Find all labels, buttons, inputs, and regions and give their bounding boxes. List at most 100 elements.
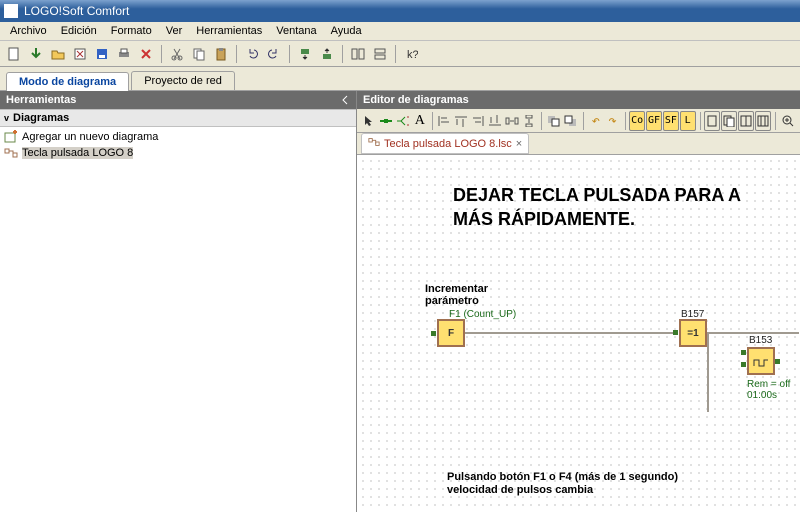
split-icon[interactable] [395,111,411,131]
badge-l[interactable]: L [680,111,696,131]
wire [707,332,799,334]
label-incrementar-2: parámetro [425,295,479,307]
diagram-icon [4,146,18,160]
wire [465,332,675,334]
menu-bar: Archivo Edición Formato Ver Herramientas… [0,22,800,41]
canvas-title-1: DEJAR TECLA PULSADA PARA A [453,185,741,206]
transfer-down-icon[interactable] [295,44,315,64]
tab-modo-diagrama[interactable]: Modo de diagrama [6,72,129,91]
tools-panel-header: Herramientas [0,91,356,109]
block-b153[interactable] [747,347,775,375]
canvas-note-2: velocidad de pulsos cambia [447,484,593,496]
pin [741,350,746,355]
zoom-in-icon[interactable] [780,111,796,131]
dist-h-icon[interactable] [504,111,520,131]
label-b153: B153 [749,335,772,346]
page-2col-icon[interactable] [738,111,754,131]
cut-icon[interactable] [167,44,187,64]
collapse-left-icon[interactable] [340,95,350,105]
layout2-icon[interactable] [370,44,390,64]
svg-text:k?: k? [407,49,418,61]
connector-icon[interactable] [378,111,394,131]
open-icon[interactable] [48,44,68,64]
menu-ayuda[interactable]: Ayuda [325,24,368,38]
label-b153-rem2: 01:00s [747,390,777,401]
tree-add-new-diagram[interactable]: Agregar un nuevo diagrama [4,129,352,145]
transfer-up-icon[interactable] [317,44,337,64]
label-b153-rem1: Rem = off [747,379,790,390]
tree-item-label: Tecla pulsada LOGO 8 [22,147,133,159]
delete-icon[interactable] [136,44,156,64]
editor-panel: Editor de diagramas A ↶ ↷ Co GF SF L [357,91,800,512]
print-icon[interactable] [114,44,134,64]
menu-herramientas[interactable]: Herramientas [190,24,268,38]
diagram-file-icon [368,136,380,151]
dist-v-icon[interactable] [521,111,537,131]
tree-item-label: Agregar un nuevo diagrama [22,131,158,143]
pin [775,359,780,364]
mode-tabs: Modo de diagrama Proyecto de red [0,67,800,91]
ed-undo-icon[interactable]: ↶ [588,111,604,131]
align-top-icon[interactable] [453,111,469,131]
editor-toolbar: A ↶ ↷ Co GF SF L [357,109,800,133]
menu-formato[interactable]: Formato [105,24,158,38]
main-toolbar: k? [0,41,800,67]
help-icon[interactable]: k? [401,44,421,64]
bring-front-icon[interactable] [546,111,562,131]
badge-sf[interactable]: SF [663,111,679,131]
file-tab[interactable]: Tecla pulsada LOGO 8.lsc × [361,133,529,154]
block-f[interactable]: F [437,319,465,347]
text-icon[interactable]: A [412,111,428,131]
menu-edicion[interactable]: Edición [55,24,103,38]
title-bar: LOGO!Soft Comfort [0,0,800,22]
wire [707,332,709,412]
download-icon[interactable] [26,44,46,64]
save-icon[interactable] [92,44,112,64]
badge-co[interactable]: Co [629,111,645,131]
close-icon[interactable] [70,44,90,64]
page-single-icon[interactable] [704,111,720,131]
tab-proyecto-red[interactable]: Proyecto de red [131,71,235,90]
pin [673,330,678,335]
align-bottom-icon[interactable] [487,111,503,131]
menu-ventana[interactable]: Ventana [270,24,322,38]
menu-ver[interactable]: Ver [160,24,189,38]
paste-icon[interactable] [211,44,231,64]
canvas-title-2: MÁS RÁPIDAMENTE. [453,209,635,230]
diagrams-section-title: Diagramas [13,112,69,124]
editor-panel-header: Editor de diagramas [357,91,800,109]
file-tab-close-icon[interactable]: × [516,138,522,150]
tree-diagram-item[interactable]: Tecla pulsada LOGO 8 [4,145,352,161]
menu-archivo[interactable]: Archivo [4,24,53,38]
pointer-icon[interactable] [361,111,377,131]
diagrams-section-header[interactable]: v Diagramas [0,109,356,127]
redo-icon[interactable] [264,44,284,64]
file-tab-strip: Tecla pulsada LOGO 8.lsc × [357,133,800,155]
layout1-icon[interactable] [348,44,368,64]
diagram-canvas[interactable]: DEJAR TECLA PULSADA PARA A MÁS RÁPIDAMEN… [357,155,800,512]
editor-panel-title: Editor de diagramas [363,94,469,106]
pin [431,331,436,336]
page-stack-icon[interactable] [721,111,737,131]
add-diagram-icon [4,130,18,144]
app-icon [4,4,18,18]
window-title: LOGO!Soft Comfort [24,4,129,18]
pin [741,362,746,367]
new-icon[interactable] [4,44,24,64]
copy-icon[interactable] [189,44,209,64]
badge-gf[interactable]: GF [646,111,662,131]
align-left-icon[interactable] [436,111,452,131]
ed-redo-icon[interactable]: ↷ [605,111,621,131]
send-back-icon[interactable] [563,111,579,131]
diagram-tree: Agregar un nuevo diagrama Tecla pulsada … [0,127,356,512]
canvas-note-1: Pulsando botón F1 o F4 (más de 1 segundo… [447,471,678,483]
label-incrementar-1: Incrementar [425,283,488,295]
file-tab-name: Tecla pulsada LOGO 8.lsc [384,138,512,150]
block-b157[interactable]: =1 [679,319,707,347]
tools-panel-title: Herramientas [6,94,76,106]
tools-panel: Herramientas v Diagramas Agregar un nuev… [0,91,357,512]
page-3col-icon[interactable] [755,111,771,131]
undo-icon[interactable] [242,44,262,64]
align-right-icon[interactable] [470,111,486,131]
chevron-down-icon: v [4,113,9,123]
